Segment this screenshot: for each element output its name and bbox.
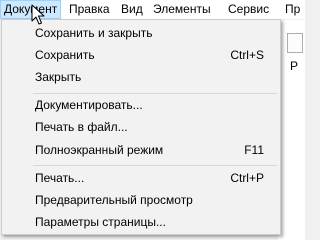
menu-partial[interactable]: Пр <box>282 0 303 19</box>
menu-item-print[interactable]: Печать... Ctrl+P <box>4 167 278 189</box>
menu-edit[interactable]: Правка <box>66 0 113 19</box>
menu-bar: Документ Правка Вид Элементы Сервис Пр <box>0 0 305 20</box>
menu-item-fullscreen[interactable]: Полноэкранный режим F11 <box>4 139 278 161</box>
menu-item-label: Параметры страницы... <box>35 215 166 229</box>
menu-item-save-and-close[interactable]: Сохранить и закрыть <box>4 22 278 44</box>
menu-tools[interactable]: Сервис <box>225 0 272 19</box>
menu-item-print-to-file[interactable]: Печать в файл... <box>4 116 278 138</box>
menu-item-label: Закрыть <box>35 70 82 84</box>
menu-item-save[interactable]: Сохранить Ctrl+S <box>4 44 278 66</box>
menu-item-label: Предварительный просмотр <box>35 193 193 207</box>
menu-item-label: Документировать... <box>35 98 143 112</box>
menu-item-shortcut: Ctrl+P <box>230 171 264 185</box>
menu-item-close[interactable]: Закрыть <box>4 66 278 88</box>
menu-item-label: Полноэкранный режим <box>35 143 164 157</box>
document-dropdown-menu: Сохранить и закрыть Сохранить Ctrl+S Зак… <box>1 19 281 235</box>
menu-item-page-setup[interactable]: Параметры страницы... <box>4 211 278 233</box>
background-window <box>278 20 305 240</box>
menu-elements[interactable]: Элементы <box>150 0 214 19</box>
mouse-pointer-icon <box>31 4 45 25</box>
menu-item-shortcut: F11 <box>244 143 264 157</box>
menu-item-print-preview[interactable]: Предварительный просмотр <box>4 189 278 211</box>
menu-item-label: Печать... <box>35 171 85 185</box>
menu-item-document[interactable]: Документировать... <box>4 94 278 116</box>
menu-item-label: Печать в файл... <box>35 120 128 134</box>
menu-item-shortcut: Ctrl+S <box>230 48 264 62</box>
menu-item-label: Сохранить и закрыть <box>35 26 153 40</box>
background-control <box>287 33 303 53</box>
menu-separator <box>33 165 277 166</box>
background-partial-text: P <box>290 59 299 73</box>
menu-item-label: Сохранить <box>35 48 95 62</box>
menu-view[interactable]: Вид <box>118 0 146 19</box>
